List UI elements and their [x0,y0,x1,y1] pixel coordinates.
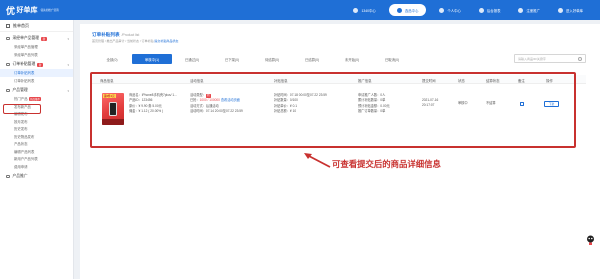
breadcrumb: 首页管理 / 推出产品审计 / 当前状态 / 订单补贴 提交补贴商品状态 [92,39,178,43]
main-panel: 订单补贴列表/Product list 首页管理 / 推出产品审计 / 当前状态… [80,24,600,279]
nav-item-label: 选品中心 [404,8,419,13]
sidebar-highlight-box [3,104,41,114]
product-icon [6,88,10,93]
box-icon [6,36,10,41]
tab-pending-settle[interactable]: 待结算(0) [252,54,292,64]
search-icon[interactable] [578,56,582,61]
sidebar-group-promotion: 产品推广 [0,172,73,181]
nav-item-register-promo[interactable]: 注册推广 [509,4,549,16]
sidebar-subitem[interactable]: 编辑产品列表 [0,148,73,156]
breadcrumb-path: 首页管理 / 推出产品审计 / 当前状态 / 订单补贴 [92,39,154,43]
promotion-icon [6,174,10,179]
page-title-en: /Product list [121,33,140,37]
sidebar-subitem[interactable]: 历史物品发布 [0,133,73,141]
logo-text: 好单库 [16,7,38,14]
new-badge: 新 [37,62,43,67]
logo-subtitle: 领先的推广营销 [40,9,59,12]
recommend-badge: 新品推荐 [29,96,41,101]
page-title-text: 订单补贴列表 [92,32,120,37]
chevron-down-icon: ▾ [67,88,69,93]
logo[interactable]: 优 好单库 领先的推广营销 [0,4,70,17]
sidebar-subitem[interactable]: 订单补贴列表 [0,77,73,85]
sidebar-group-label: 产品管理 [12,88,28,92]
logo-mark: 优 [6,5,15,16]
row-highlight-box [90,72,576,148]
sidebar-item-home[interactable]: 推单首页 [0,20,73,32]
nav-item-label: 进入好单库 [566,8,583,13]
sidebar-subitem[interactable]: 采经单产品列表 [0,51,73,59]
person-icon [439,7,445,13]
nav-item-label: 注册推广 [526,8,541,13]
tab-approved[interactable]: 已通过(0) [172,54,212,64]
mascot-icon[interactable] [586,234,595,246]
tab-cancelled[interactable]: 已取消(0) [372,54,412,64]
page-title: 订单补贴列表/Product list [92,32,139,38]
sidebar-subitem[interactable]: 采经单产品管理 [0,43,73,51]
sidebar-group-label: 订单补贴管理 [12,62,36,66]
report-icon [478,7,484,13]
sidebar-item-label: 推单首页 [13,22,29,28]
nav-item-label: 后台报表 [486,8,501,13]
sidebar-subitem[interactable]: 热门产品 新品推荐 [0,95,73,103]
chevron-down-icon: ▾ [67,62,69,67]
sidebar-group-label: 采经单产品管理 [12,36,40,40]
user-icon [353,7,359,13]
tab-settled[interactable]: 已结算(0) [292,54,332,64]
sidebar-subitem[interactable]: 费用申请 [0,163,73,171]
home-icon [6,23,10,28]
register-icon [518,7,524,13]
chevron-down-icon: ▾ [67,36,69,41]
enter-icon [558,7,564,13]
sidebar-group-order-subsidy: 订单补贴管理新 ▾ 订单补贴列表 订单补贴列表 [0,60,73,84]
order-icon [6,62,10,67]
tab-not-started[interactable]: 未开始(0) [332,54,372,64]
sidebar-group-collection: 采经单产品管理新 ▾ 采经单产品管理 采经单产品列表 [0,34,73,58]
search-input[interactable]: 请输入商品ID/关键字 [514,54,586,63]
tab-all[interactable]: 全部(0) [92,54,132,64]
nav-item-enter-site[interactable]: 进入好单库 [549,4,592,16]
sidebar-subitem[interactable]: 产品状态 [0,140,73,148]
top-nav: 1340中心 选品中心 个人中心 后台报表 注册推广 进入好单库 [344,4,600,16]
breadcrumb-link[interactable]: 提交补贴商品状态 [154,39,178,43]
sidebar-subitem-label: 热门产品 [14,97,28,102]
status-tabs: 全部(0) 审核中(1) 已通过(0) 已下架(0) 待结算(0) 已结算(0)… [92,54,412,64]
tab-reviewing[interactable]: 审核中(1) [132,54,172,64]
sidebar: 推单首页 采经单产品管理新 ▾ 采经单产品管理 采经单产品列表 订单补贴管理新 ▾ … [0,20,74,279]
sidebar-subitem-order-subsidy-list[interactable]: 订单补贴列表 [0,69,73,77]
sidebar-group-products: 产品管理 ▾ 热门产品 新品推荐 发布新产品 编辑发布 按月发布 历史发布 历史物品… [0,86,73,170]
sidebar-group-title[interactable]: 产品管理 ▾ [0,86,73,95]
new-badge: 新 [41,36,47,41]
nav-item-personal-center[interactable]: 个人中心 [430,4,470,16]
annotation-text: 可查看提交后的商品详细信息 [332,159,441,169]
top-header-bar: 优 好单库 领先的推广营销 1340中心 选品中心 个人中心 后台报表 注册推广… [0,0,600,20]
sidebar-subitem[interactable]: 历史发布 [0,125,73,133]
nav-item-label: 1340中心 [361,8,376,13]
nav-item-label: 个人中心 [447,8,461,13]
search-placeholder: 请输入商品ID/关键字 [518,56,546,61]
sidebar-group-title[interactable]: 订单补贴管理新 ▾ [0,60,73,69]
nav-item-reports[interactable]: 后台报表 [470,4,510,16]
grid-icon [396,7,402,13]
sidebar-group-label: 产品推广 [12,174,28,178]
nav-item-1340-center[interactable]: 1340中心 [344,4,384,16]
sidebar-subitem[interactable]: 新用户产品列表 [0,155,73,163]
sidebar-group-title[interactable]: 产品推广 [0,172,73,181]
sidebar-subitem[interactable]: 按月发布 [0,118,73,126]
tab-delisted[interactable]: 已下架(0) [212,54,252,64]
nav-item-selection-center[interactable]: 选品中心 [388,4,427,16]
sidebar-group-title[interactable]: 采经单产品管理新 ▾ [0,34,73,43]
